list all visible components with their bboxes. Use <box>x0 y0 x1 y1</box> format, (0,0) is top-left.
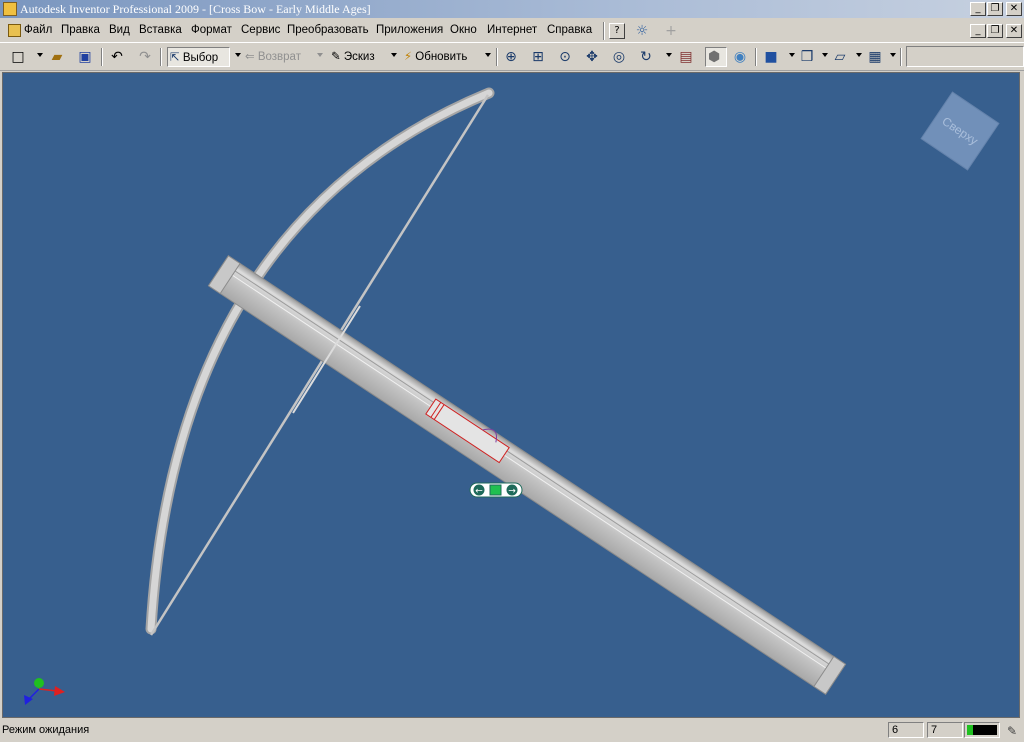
section-view-icon[interactable]: ▱ <box>832 49 848 65</box>
toolbar-separator <box>160 48 162 66</box>
new-dropdown-arrow[interactable] <box>37 53 43 57</box>
progress-track <box>973 725 997 735</box>
command-input-box[interactable] <box>906 46 1024 67</box>
menu-convert[interactable]: Преобразовать <box>287 24 369 36</box>
window-title: Autodesk Inventor Professional 2009 - [C… <box>20 2 371 16</box>
triad-y-icon <box>34 678 44 688</box>
sketch-button[interactable]: ✎ Эскиз <box>331 47 375 67</box>
select-dropdown-arrow[interactable] <box>235 53 241 57</box>
inventor-app-icon[interactable] <box>3 2 17 16</box>
status-count-b: 7 <box>927 722 963 738</box>
toolbar-separator <box>101 48 103 66</box>
arrow-left-glyph: ← <box>475 487 483 497</box>
minimize-button[interactable]: _ <box>970 2 986 16</box>
toolbar-separator <box>755 48 757 66</box>
orbit-dropdown-arrow[interactable] <box>666 53 672 57</box>
sketch-label: Эскиз <box>343 51 375 63</box>
status-tray-icon[interactable]: ✎ <box>1004 723 1020 739</box>
menu-format[interactable]: Формат <box>191 24 232 36</box>
undo-icon[interactable]: ↶ <box>109 49 125 65</box>
arrow-right-glyph: → <box>508 487 516 497</box>
close-button[interactable]: ✕ <box>1006 2 1022 16</box>
menu-edit[interactable]: Правка <box>61 24 100 36</box>
status-progress <box>964 722 1000 738</box>
camera-dropdown-arrow[interactable] <box>789 53 795 57</box>
menu-file[interactable]: Файл <box>24 24 52 36</box>
pan-icon[interactable]: ✥ <box>584 49 600 65</box>
title-bar: Autodesk Inventor Professional 2009 - [C… <box>0 0 1024 18</box>
bowstring[interactable] <box>149 94 490 636</box>
menu-window[interactable]: Окно <box>450 24 477 36</box>
zoom-selected-icon[interactable]: ◎ <box>611 49 627 65</box>
toolbar-separator <box>496 48 498 66</box>
menu-insert[interactable]: Вставка <box>139 24 182 36</box>
move-center-icon[interactable] <box>489 484 502 496</box>
graphics-viewport[interactable]: ← → Сверху <box>2 72 1020 718</box>
sketch-icon: ✎ <box>331 49 341 63</box>
analysis-icon[interactable]: ▦ <box>867 49 883 65</box>
doc-minimize-button[interactable]: _ <box>970 24 986 38</box>
model-canvas[interactable]: ← → Сверху <box>3 73 1020 718</box>
zoom-window-icon[interactable]: ⊞ <box>530 49 546 65</box>
return-dropdown-arrow[interactable] <box>317 53 323 57</box>
update-label: Обновить <box>415 51 468 63</box>
zoom-icon[interactable]: ⊙ <box>557 49 573 65</box>
viewcube[interactable]: Сверху <box>920 91 1000 171</box>
plus-icon: + <box>665 23 677 39</box>
save-icon[interactable]: ▣ <box>77 49 93 65</box>
orthographic-camera-icon[interactable]: ■ <box>763 49 779 65</box>
section-dropdown-arrow[interactable] <box>856 53 862 57</box>
sketch-dropdown-arrow[interactable] <box>391 53 397 57</box>
status-count-a: 6 <box>888 722 924 738</box>
status-text: Режим ожидания <box>2 724 90 736</box>
ground-shadow-icon[interactable]: ◉ <box>732 49 748 65</box>
update-button[interactable]: ⚡ Обновить <box>404 47 467 67</box>
zoom-all-icon[interactable]: ⊕ <box>503 49 519 65</box>
analysis-dropdown-arrow[interactable] <box>890 53 896 57</box>
doc-restore-button[interactable]: ❐ <box>987 24 1003 38</box>
doc-close-button[interactable]: ✕ <box>1006 24 1022 38</box>
standard-toolbar: □ ▰ ▣ ↶ ↷ ⇱ Выбор ⇐ Возврат ✎ Эскиз ⚡ Об… <box>0 44 1024 71</box>
drag-manipulator[interactable]: ← → <box>469 482 523 498</box>
select-button[interactable]: ⇱ Выбор <box>167 47 230 67</box>
look-at-icon[interactable]: ▤ <box>678 49 694 65</box>
orbit-icon[interactable]: ↻ <box>638 49 654 65</box>
menu-internet[interactable]: Интернет <box>487 24 537 36</box>
open-icon[interactable]: ▰ <box>49 49 65 65</box>
shaded-display-button[interactable]: ⬢ <box>705 47 727 67</box>
maximize-button[interactable]: ❐ <box>987 2 1003 16</box>
coordinate-triad <box>24 678 65 705</box>
display-mode-dropdown-arrow[interactable] <box>822 53 828 57</box>
redo-icon[interactable]: ↷ <box>137 49 153 65</box>
shaded-display-icon: ⬢ <box>708 49 721 65</box>
menu-separator <box>603 22 605 40</box>
update-dropdown-arrow[interactable] <box>485 53 491 57</box>
triad-x-icon <box>54 686 65 696</box>
whats-new-icon[interactable]: ☼ <box>634 23 650 39</box>
menu-bar: Файл Правка Вид Вставка Формат Сервис Пр… <box>0 20 1024 43</box>
document-icon[interactable] <box>8 24 21 37</box>
update-icon: ⚡ <box>404 49 413 63</box>
display-mode-icon[interactable]: ❒ <box>799 49 815 65</box>
menu-applications[interactable]: Приложения <box>376 24 443 36</box>
new-document-icon[interactable]: □ <box>10 49 26 65</box>
menu-help[interactable]: Справка <box>547 24 592 36</box>
toolbar-separator <box>900 48 902 66</box>
return-icon: ⇐ <box>245 49 255 63</box>
return-button[interactable]: ⇐ Возврат <box>245 47 301 67</box>
select-label: Выбор <box>182 52 219 64</box>
help-icon[interactable]: ? <box>609 23 625 39</box>
status-bar: Режим ожидания 6 7 ✎ <box>0 720 1024 742</box>
select-icon: ⇱ <box>170 50 180 64</box>
crossbow-stock[interactable] <box>207 255 847 695</box>
menu-view[interactable]: Вид <box>109 24 130 36</box>
menu-tools[interactable]: Сервис <box>241 24 280 36</box>
return-label: Возврат <box>257 51 301 63</box>
